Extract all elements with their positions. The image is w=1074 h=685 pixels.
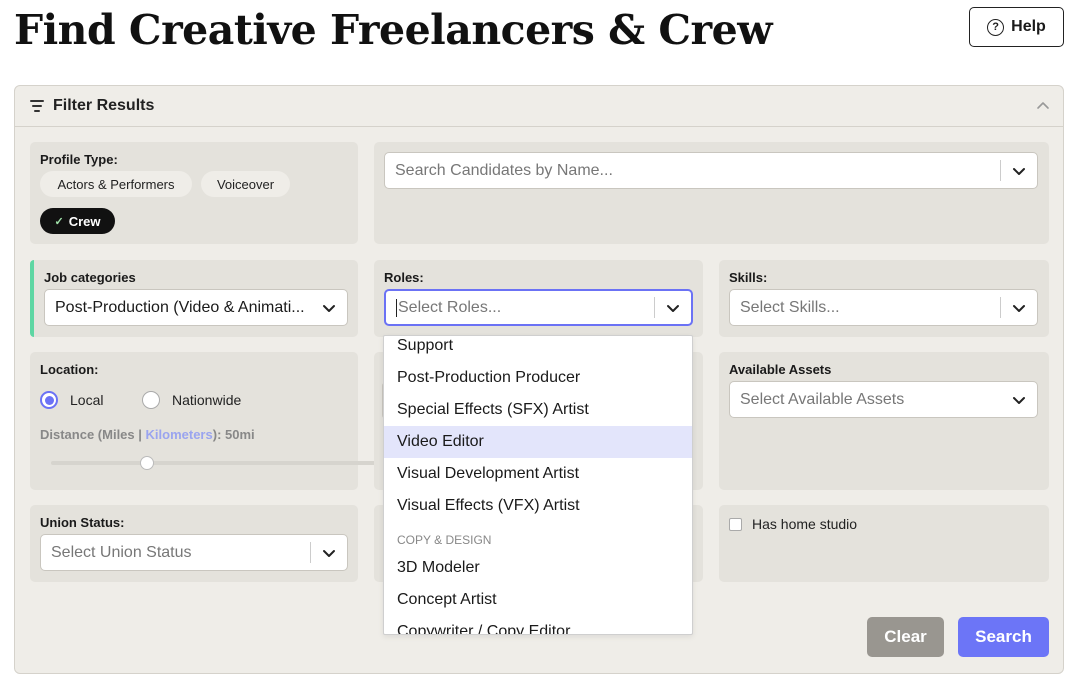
- roles-select[interactable]: Select Roles...: [384, 289, 693, 326]
- search-button[interactable]: Search: [958, 617, 1049, 657]
- filter-header[interactable]: Filter Results: [15, 86, 1063, 127]
- distance-pipe: |: [138, 427, 142, 442]
- roles-dropdown-menu: Support Post-Production Producer Special E…: [383, 335, 693, 635]
- separator: [310, 542, 311, 563]
- radio-local[interactable]: Local: [40, 391, 103, 409]
- location-card: Location: Local Nationwide Distance (Mil…: [30, 352, 381, 490]
- dropdown-option[interactable]: Visual Development Artist: [384, 458, 692, 490]
- page-title: Find Creative Freelancers & Crew: [14, 6, 773, 54]
- skills-placeholder: Select Skills...: [740, 298, 840, 316]
- job-category-value: Post-Production (Video & Animati...: [55, 298, 305, 316]
- chip-label: Actors & Performers: [57, 176, 175, 192]
- radio-nationwide[interactable]: Nationwide: [142, 391, 241, 409]
- roles-options-list: Support Post-Production Producer Special E…: [384, 336, 692, 634]
- roles-placeholder: Select Roles...: [398, 298, 502, 316]
- chip-voiceover[interactable]: Voiceover: [201, 171, 290, 197]
- chevron-up-icon[interactable]: [1035, 98, 1051, 114]
- dropdown-option[interactable]: Video Editor: [384, 426, 692, 458]
- question-circle-icon: ?: [987, 18, 1005, 36]
- union-status-placeholder: Select Union Status: [51, 543, 192, 561]
- check-icon: ✓: [54, 215, 64, 228]
- separator: [1000, 297, 1001, 318]
- search-placeholder: Search Candidates by Name...: [395, 161, 613, 179]
- help-label: Help: [1011, 18, 1046, 35]
- chevron-down-icon[interactable]: [319, 543, 339, 563]
- home-studio-checkbox[interactable]: Has home studio: [729, 516, 857, 532]
- roles-card: Roles: Select Roles...: [374, 260, 703, 337]
- radio-label: Local: [70, 392, 104, 408]
- chevron-down-icon[interactable]: [319, 298, 339, 318]
- chip-crew[interactable]: ✓ Crew: [40, 208, 115, 234]
- dropdown-group-header: Copy & Design: [397, 533, 492, 547]
- dropdown-option[interactable]: Copywriter / Copy Editor: [384, 616, 692, 634]
- radio-unselected-icon: [142, 391, 160, 409]
- candidate-name-search[interactable]: Search Candidates by Name...: [384, 152, 1038, 189]
- distance-prefix: Distance (Miles: [40, 427, 139, 442]
- radio-label: Nationwide: [172, 392, 242, 408]
- chip-label: Crew: [68, 213, 101, 229]
- skills-card: Skills: Select Skills...: [719, 260, 1049, 337]
- distance-suffix: ):: [212, 427, 226, 442]
- union-status-select[interactable]: Select Union Status: [40, 534, 348, 571]
- clear-button[interactable]: Clear: [867, 617, 944, 657]
- home-studio-card: Has home studio: [719, 505, 1049, 582]
- available-assets-card: Available Assets Select Available Assets: [719, 352, 1049, 490]
- separator: [654, 297, 655, 318]
- help-button[interactable]: ? Help: [969, 7, 1064, 47]
- job-categories-select[interactable]: Post-Production (Video & Animati...: [44, 289, 348, 326]
- separator: [1000, 160, 1001, 181]
- filter-title: Filter Results: [53, 97, 155, 114]
- filter-lines-icon: [29, 99, 45, 113]
- text-caret: [396, 298, 397, 317]
- dropdown-option[interactable]: Special Effects (SFX) Artist: [384, 394, 692, 426]
- distance-readout: Distance (Miles | Kilometers): 50mi: [40, 427, 255, 442]
- job-categories-card: Job categories Post-Production (Video & …: [30, 260, 358, 337]
- available-assets-select[interactable]: Select Available Assets: [729, 381, 1038, 418]
- dropdown-option[interactable]: Concept Artist: [384, 584, 692, 616]
- location-label: Location:: [40, 362, 99, 377]
- profile-type-card: Profile Type: Actors & Performers Voiceo…: [30, 142, 358, 244]
- chip-label: Voiceover: [216, 176, 275, 192]
- radio-selected-icon: [40, 391, 58, 409]
- chevron-down-icon[interactable]: [1009, 298, 1029, 318]
- roles-label: Roles:: [384, 270, 424, 285]
- skills-select[interactable]: Select Skills...: [729, 289, 1038, 326]
- chip-actors-performers[interactable]: Actors & Performers: [40, 171, 192, 197]
- name-search-card: Search Candidates by Name...: [374, 142, 1049, 244]
- checkbox-box: [729, 517, 742, 531]
- available-assets-placeholder: Select Available Assets: [740, 390, 905, 408]
- kilometers-toggle[interactable]: Kilometers: [146, 427, 213, 442]
- distance-slider-thumb[interactable]: [140, 456, 154, 470]
- dropdown-option[interactable]: Visual Effects (VFX) Artist: [384, 490, 692, 522]
- home-studio-label: Has home studio: [752, 516, 858, 532]
- chevron-down-icon[interactable]: [1009, 161, 1029, 181]
- union-status-label: Union Status:: [40, 515, 125, 530]
- distance-value: 50mi: [225, 427, 255, 442]
- distance-slider-track[interactable]: [51, 461, 381, 465]
- skills-label: Skills:: [729, 270, 768, 285]
- category-accent-bar: [30, 260, 34, 337]
- chevron-down-icon[interactable]: [1009, 390, 1029, 410]
- chevron-down-icon[interactable]: [663, 298, 683, 318]
- job-categories-label: Job categories: [44, 270, 136, 285]
- dropdown-option[interactable]: 3D Modeler: [384, 552, 692, 584]
- dropdown-option[interactable]: Post-Production Producer: [384, 362, 692, 394]
- dropdown-option[interactable]: Support: [384, 336, 692, 362]
- available-assets-label: Available Assets: [729, 362, 832, 377]
- profile-type-label: Profile Type:: [40, 152, 118, 167]
- union-status-card: Union Status: Select Union Status: [30, 505, 358, 582]
